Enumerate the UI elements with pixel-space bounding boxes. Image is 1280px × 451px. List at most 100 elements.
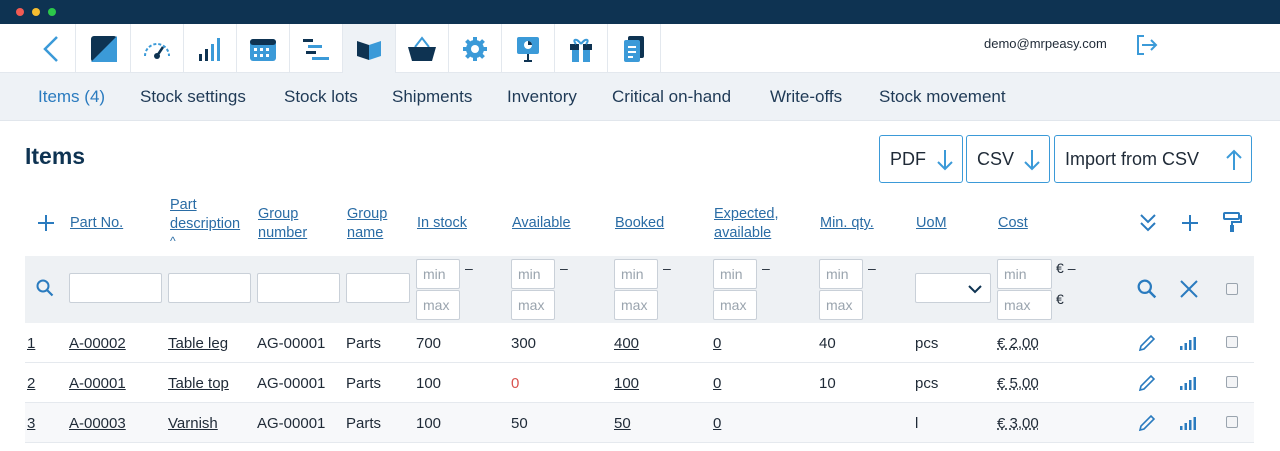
filter-in-stock-min[interactable]: min <box>416 259 460 289</box>
booked-link[interactable]: 50 <box>614 415 631 432</box>
edit-button[interactable] <box>1137 413 1157 438</box>
part-description-link[interactable]: Table leg <box>168 335 228 352</box>
filter-min-qty-min[interactable]: min <box>819 259 863 289</box>
tab-items[interactable]: Items (4) <box>38 87 105 107</box>
edit-button[interactable] <box>1137 333 1157 358</box>
add-row-button[interactable] <box>1180 213 1200 238</box>
filter-booked-max[interactable]: max <box>614 290 658 320</box>
expected-link[interactable]: 0 <box>713 415 721 432</box>
tab-inventory[interactable]: Inventory <box>507 87 577 107</box>
nav-calendar[interactable] <box>237 24 290 73</box>
import-csv-button[interactable]: Import from CSV <box>1054 135 1252 183</box>
stats-button[interactable] <box>1179 376 1197 395</box>
filter-uom-select[interactable] <box>915 273 991 303</box>
minimize-window-dot[interactable] <box>32 8 40 16</box>
col-booked[interactable]: Booked <box>615 214 664 233</box>
nav-dashboard[interactable] <box>78 24 131 73</box>
select-all-checkbox[interactable] <box>1226 283 1238 295</box>
col-expected-2[interactable]: available <box>714 224 771 243</box>
col-expected-1[interactable]: Expected, <box>714 205 779 224</box>
part-description-link[interactable]: Varnish <box>168 415 218 432</box>
nav-basket[interactable] <box>396 24 449 73</box>
part-no-link[interactable]: A-00003 <box>69 415 126 432</box>
back-button[interactable] <box>26 24 76 73</box>
filter-part-description-input[interactable] <box>168 273 251 303</box>
signal-bars-icon <box>1180 337 1196 350</box>
part-description-link[interactable]: Table top <box>168 375 229 392</box>
filter-group-name-input[interactable] <box>346 273 410 303</box>
row-checkbox[interactable] <box>1226 376 1238 388</box>
cost-value[interactable]: € 5,00 <box>997 375 1039 392</box>
row-number[interactable]: 1 <box>27 335 35 352</box>
in-stock-value: 100 <box>416 415 442 432</box>
filter-booked-min[interactable]: min <box>614 259 658 289</box>
filter-cost-min[interactable]: min <box>997 259 1052 289</box>
expected-link[interactable]: 0 <box>713 335 721 352</box>
filter-search-icon-left[interactable] <box>36 279 54 302</box>
nav-gift[interactable] <box>555 24 608 73</box>
row-checkbox[interactable] <box>1226 416 1238 428</box>
clear-filter-button[interactable] <box>1179 279 1199 304</box>
nav-signal[interactable] <box>184 24 237 73</box>
nav-stock-book[interactable] <box>343 24 396 73</box>
row-checkbox[interactable] <box>1226 336 1238 348</box>
tab-write-offs[interactable]: Write-offs <box>770 87 842 107</box>
expand-all-button[interactable] <box>1138 212 1158 239</box>
col-part-no[interactable]: Part No. <box>70 214 123 233</box>
tab-stock-settings[interactable]: Stock settings <box>140 87 246 107</box>
pencil-icon <box>1138 374 1156 392</box>
col-in-stock[interactable]: In stock <box>417 214 467 233</box>
part-no-link[interactable]: A-00002 <box>69 335 126 352</box>
col-group-number-2[interactable]: number <box>258 224 307 243</box>
filter-in-stock-max[interactable]: max <box>416 290 460 320</box>
part-no-link[interactable]: A-00001 <box>69 375 126 392</box>
nav-gantt[interactable] <box>290 24 343 73</box>
col-group-name-1[interactable]: Group <box>347 205 387 224</box>
tab-critical-on-hand[interactable]: Critical on-hand <box>612 87 731 107</box>
col-part-description-1[interactable]: Part <box>170 196 197 215</box>
filter-part-no-input[interactable] <box>69 273 162 303</box>
tab-stock-lots[interactable]: Stock lots <box>284 87 358 107</box>
currency-symbol: € <box>1056 260 1064 276</box>
nav-presentation[interactable] <box>502 24 555 73</box>
col-group-name-2[interactable]: name <box>347 224 383 243</box>
nav-speedometer[interactable] <box>131 24 184 73</box>
row-number[interactable]: 3 <box>27 415 35 432</box>
tab-stock-movement[interactable]: Stock movement <box>879 87 1006 107</box>
filter-group-number-input[interactable] <box>257 273 340 303</box>
filter-expected-max[interactable]: max <box>713 290 757 320</box>
filter-expected-min[interactable]: min <box>713 259 757 289</box>
stats-button[interactable] <box>1179 336 1197 355</box>
filter-cost-max[interactable]: max <box>997 290 1052 320</box>
row-number[interactable]: 2 <box>27 375 35 392</box>
filter-min-qty-max[interactable]: max <box>819 290 863 320</box>
nav-documents[interactable] <box>608 24 661 73</box>
csv-export-button[interactable]: CSV <box>966 135 1050 183</box>
filter-available-min[interactable]: min <box>511 259 555 289</box>
range-dash: – <box>762 260 770 276</box>
filter-available-max[interactable]: max <box>511 290 555 320</box>
col-group-number-1[interactable]: Group <box>258 205 298 224</box>
nav-settings[interactable] <box>449 24 502 73</box>
logout-button[interactable] <box>1135 34 1159 61</box>
maximize-window-dot[interactable] <box>48 8 56 16</box>
col-part-description-2[interactable]: description <box>170 215 240 234</box>
col-cost[interactable]: Cost <box>998 214 1028 233</box>
cost-value[interactable]: € 3,00 <box>997 415 1039 432</box>
col-min-qty[interactable]: Min. qty. <box>820 214 874 233</box>
stats-button[interactable] <box>1179 416 1197 435</box>
book-icon <box>357 40 381 60</box>
add-item-button[interactable] <box>36 213 56 238</box>
expected-link[interactable]: 0 <box>713 375 721 392</box>
booked-link[interactable]: 400 <box>614 335 639 352</box>
tab-shipments[interactable]: Shipments <box>392 87 472 107</box>
apply-filter-button[interactable] <box>1137 279 1157 304</box>
col-uom[interactable]: UoM <box>916 214 947 233</box>
cost-value[interactable]: € 2,00 <box>997 335 1039 352</box>
booked-link[interactable]: 100 <box>614 375 639 392</box>
pdf-export-button[interactable]: PDF <box>879 135 963 183</box>
edit-button[interactable] <box>1137 373 1157 398</box>
column-settings-button[interactable] <box>1222 211 1242 238</box>
col-available[interactable]: Available <box>512 214 571 233</box>
close-window-dot[interactable] <box>16 8 24 16</box>
